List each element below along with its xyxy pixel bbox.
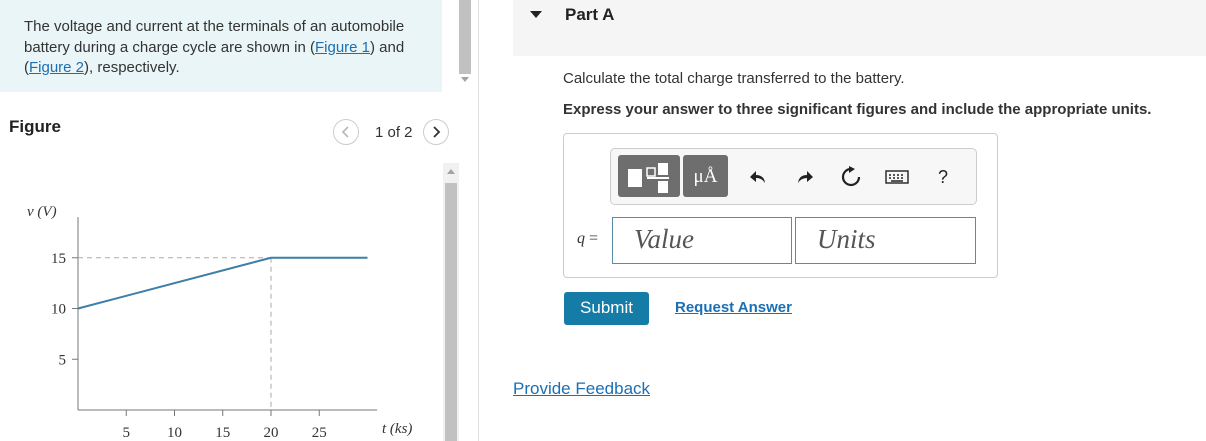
- chevron-right-icon: [432, 126, 440, 138]
- units-input[interactable]: Units: [795, 217, 976, 264]
- value-input[interactable]: Value: [612, 217, 792, 264]
- scrollbar-thumb[interactable]: [445, 183, 457, 441]
- y-tick-label: 15: [51, 251, 66, 267]
- equals-sign: =: [589, 230, 599, 247]
- previous-figure-button[interactable]: [333, 119, 359, 145]
- x-tick-label: 25: [312, 425, 327, 441]
- redo-icon[interactable]: [792, 165, 816, 189]
- y-tick-label: 5: [59, 352, 67, 368]
- chevron-left-icon: [341, 126, 349, 138]
- voltage-chart: 5 10 15 5 10 15 20 25 v (V) t (ks): [27, 204, 412, 441]
- figure-1-link[interactable]: Figure 1: [315, 39, 370, 56]
- figure-2-link[interactable]: Figure 2: [29, 59, 84, 76]
- math-toolbar: μÅ ?: [610, 148, 977, 205]
- units-button[interactable]: μÅ: [683, 155, 728, 197]
- y-tick-label: 10: [51, 302, 66, 318]
- pane-divider: [478, 0, 479, 441]
- figure-navigation: 1 of 2: [333, 118, 449, 146]
- x-axis-label: t (ks): [382, 421, 412, 437]
- intro-scrollbar[interactable]: [458, 0, 472, 95]
- scrollbar-thumb[interactable]: [459, 0, 471, 74]
- reset-icon[interactable]: [839, 165, 863, 189]
- variable-name: q: [577, 230, 585, 247]
- figure-title: Figure: [9, 117, 61, 136]
- keyboard-icon[interactable]: [885, 165, 909, 189]
- x-tick-label: 5: [123, 425, 131, 441]
- help-icon[interactable]: ?: [931, 165, 955, 189]
- intro-text-part: ), respectively.: [84, 59, 180, 76]
- x-tick-label: 20: [264, 425, 279, 441]
- provide-feedback-link[interactable]: Provide Feedback: [513, 379, 650, 399]
- request-answer-link[interactable]: Request Answer: [675, 299, 792, 316]
- series-line: [77, 256, 368, 310]
- answer-variable-label: q =: [577, 230, 598, 248]
- scroll-up-arrow-icon[interactable]: [447, 169, 455, 174]
- templates-button[interactable]: [618, 155, 680, 197]
- part-header[interactable]: [513, 0, 1206, 56]
- figure-counter: 1 of 2: [375, 123, 413, 141]
- chart-plot-area: 5 10 15 5 10 15 20 25 v (V) t (ks): [27, 204, 412, 441]
- next-figure-button[interactable]: [422, 119, 449, 145]
- scroll-down-arrow-icon[interactable]: [461, 77, 469, 82]
- problem-intro: The voltage and current at the terminals…: [0, 0, 442, 92]
- templates-icon: [628, 163, 669, 193]
- y-axis-label: v (V): [27, 204, 57, 220]
- figure-scrollbar[interactable]: [443, 163, 459, 441]
- submit-button[interactable]: Submit: [564, 292, 649, 325]
- undo-icon[interactable]: [747, 165, 771, 189]
- part-title: Part A: [565, 5, 615, 24]
- x-tick-label: 10: [167, 425, 182, 441]
- collapse-caret-icon[interactable]: [530, 11, 542, 18]
- instruction-text: Express your answer to three significant…: [563, 101, 1152, 118]
- question-text: Calculate the total charge transferred t…: [563, 70, 905, 87]
- x-tick-label: 15: [215, 425, 230, 441]
- intro-text: The voltage and current at the terminals…: [24, 17, 429, 79]
